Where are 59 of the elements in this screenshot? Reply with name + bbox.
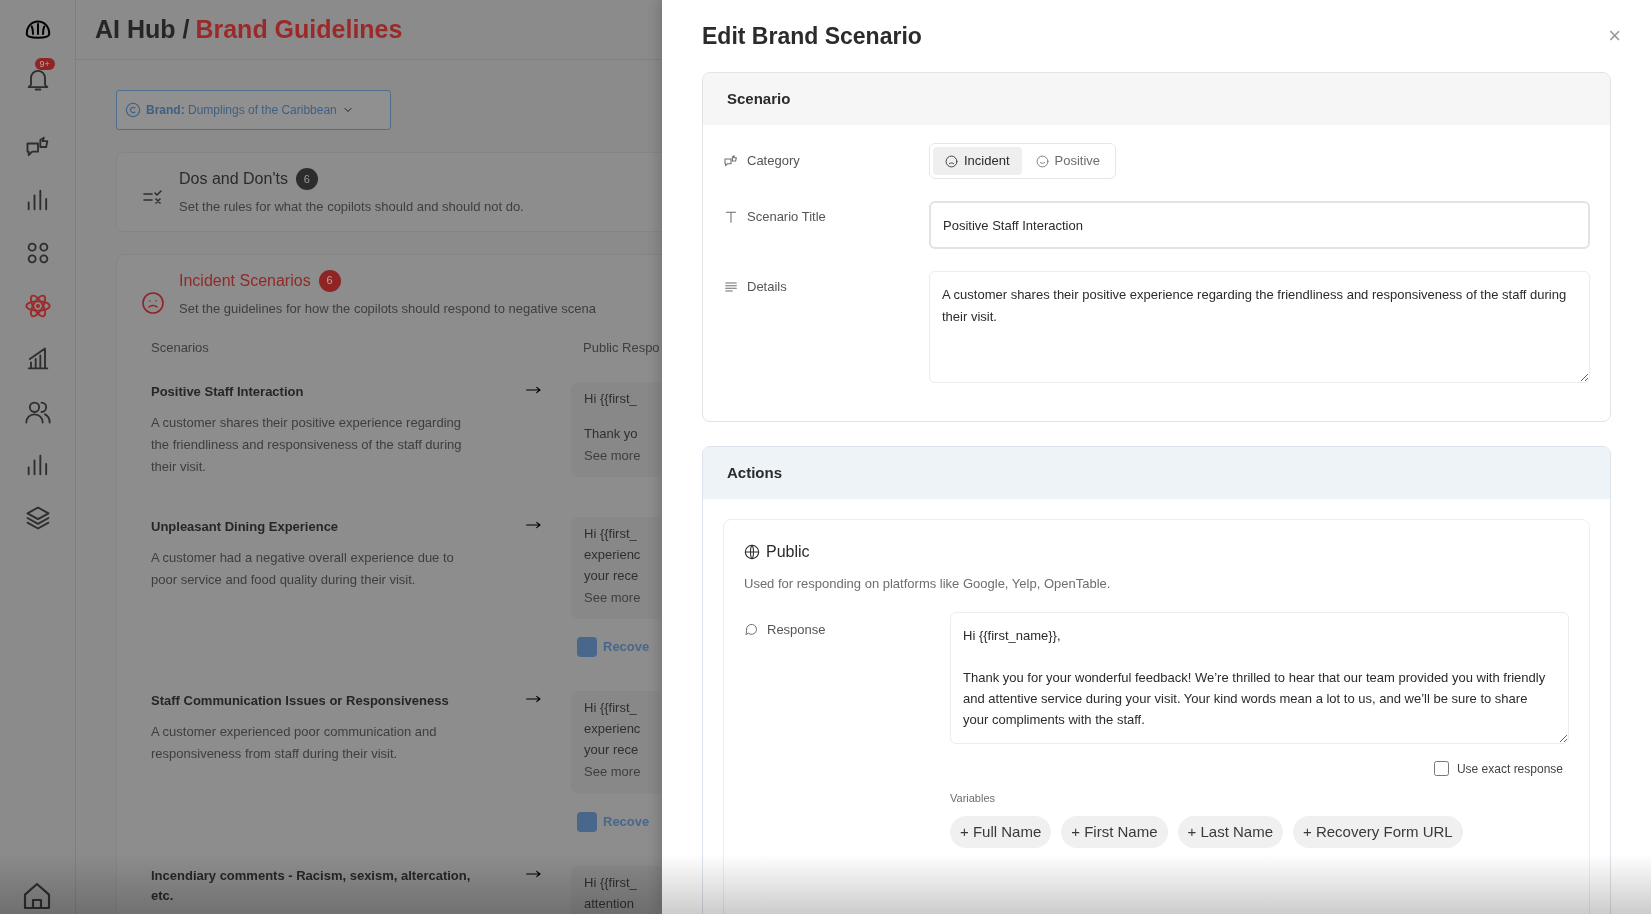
scenario-title: Unpleasant Dining Experience <box>151 517 340 536</box>
checkbox-label: Use exact response <box>1456 760 1563 778</box>
category-option[interactable]: Incident <box>933 147 1022 175</box>
scenario-description: A customer shares their positive experience regarding the friendliness and responsiveness of the staff during their visit. <box>151 413 463 476</box>
response-field[interactable]: Hi {{first_name}}, Thank you for your wonderful feedback! We’re thrilled to hear that our team provided you with friendly and attentive service during your visit. Your kind words mean a lot to us, and we’ll be sure to share your compliments with the staff. <box>950 611 1569 744</box>
brand-value: Brand: Dumplings of the Caribbean <box>146 102 337 119</box>
preview-text: Hi {{first_ <box>584 389 638 408</box>
card-title: Public <box>766 542 810 562</box>
variable-chip[interactable]: + First Name <box>1061 816 1168 848</box>
recovery-icon <box>577 811 597 832</box>
close-button[interactable]: × <box>1608 25 1621 47</box>
card-description: Used for responding on platforms like Google, Yelp, OpenTable. <box>744 575 1112 593</box>
atom-icon[interactable] <box>23 292 52 320</box>
exact-response-checkbox[interactable] <box>1433 761 1449 776</box>
sad-face-icon <box>141 290 165 315</box>
scenario-title-field[interactable]: Positive Staff Interaction <box>929 201 1590 249</box>
section-title[interactable]: Dos and Don'ts <box>179 167 288 191</box>
page-title: Brand Guidelines <box>195 13 403 45</box>
section-description: Set the rules for what the copilots should and should not do. <box>179 198 524 216</box>
panel-heading: Actions <box>727 462 782 483</box>
field-label: Category <box>747 152 800 171</box>
thumbs-icon <box>723 153 739 169</box>
chat-bubble-icon <box>744 621 759 637</box>
panel-heading: Scenario <box>727 88 791 109</box>
field-label: Response <box>767 620 826 639</box>
column-header: Scenarios <box>151 339 210 357</box>
variable-chip[interactable]: + Last Name <box>1177 816 1283 848</box>
preview-text: Hi {{first_ attention <box>584 873 638 913</box>
see-more-link[interactable]: See more <box>584 445 661 465</box>
field-label: Scenario Title <box>747 208 826 226</box>
column-header: Public Respo <box>583 339 660 357</box>
copyright-icon <box>125 102 141 118</box>
home-icon[interactable] <box>21 880 53 912</box>
count-badge: 6 <box>318 269 341 292</box>
count-badge: 6 <box>295 168 318 190</box>
notification-badge: 9+ <box>34 58 55 70</box>
scenario-title: Incendiary comments - Racism, sexism, altercation, etc. <box>151 866 472 905</box>
sad-face-icon <box>945 154 958 168</box>
variable-chip[interactable]: + Recovery Form URL <box>1293 816 1463 848</box>
scenario-title: Positive Staff Interaction <box>151 382 305 401</box>
field-label: Details <box>747 278 787 296</box>
section-title[interactable]: Incident Scenarios <box>179 268 311 293</box>
smile-icon <box>1035 154 1049 168</box>
preview-text: Hi {{first_ experienc your rece <box>584 699 642 759</box>
preview-text: Thank yo <box>584 424 639 443</box>
variables-label: Variables <box>950 790 997 806</box>
recovery-icon <box>577 637 597 657</box>
drawer-title: Edit Brand Scenario <box>702 21 922 51</box>
scenario-title: Staff Communication Issues or Responsiveness <box>151 692 450 710</box>
breadcrumb-section[interactable]: AI Hub / <box>95 10 190 49</box>
details-field[interactable]: A customer shares their positive experience regarding the friendliness and responsiveness of the staff during their visit. <box>929 271 1590 383</box>
section-description: Set the guidelines for how the copilots should respond to negative scena <box>179 299 596 318</box>
see-more-link[interactable]: See more <box>584 587 661 607</box>
variable-chip[interactable]: + Full Name <box>950 816 1052 848</box>
globe-icon <box>744 544 760 560</box>
preview-text: Hi {{first_ experienc your rece <box>584 524 642 585</box>
see-more-link[interactable]: See more <box>584 762 661 782</box>
scenario-description: A customer had a negative overall experience due to poor service and food quality during their visit. <box>151 548 455 589</box>
scenario-description: A customer experienced poor communication and responsiveness from staff during their visit. <box>151 723 438 763</box>
